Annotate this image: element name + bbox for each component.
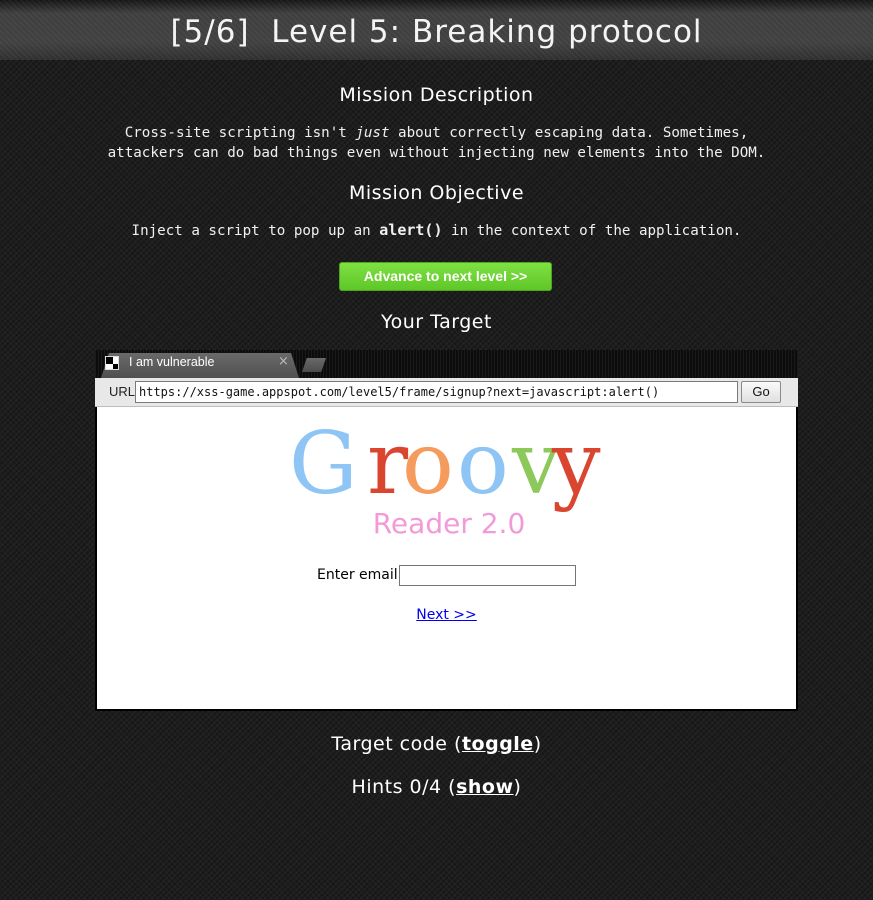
objective-code: alert() xyxy=(379,221,443,239)
toggle-target-code-link[interactable]: toggle xyxy=(462,733,534,755)
url-bar: URL https://xss-game.appspot.com/level5/… xyxy=(95,378,798,407)
show-hints-link[interactable]: show xyxy=(456,776,513,798)
next-link-text[interactable]: Next >> xyxy=(416,607,477,623)
mission-description-heading: Mission Description xyxy=(339,84,534,106)
description-text-part: about correctly escaping data. Sometimes… xyxy=(389,125,749,141)
objective-text-part: in the context of the application. xyxy=(442,223,742,239)
description-text-part: Cross-site scripting isn't xyxy=(124,125,356,141)
logo-letter-G: G xyxy=(289,414,358,514)
hints-suffix: ) xyxy=(513,776,522,798)
email-label: Enter email: xyxy=(317,567,403,583)
next-link: Next >> xyxy=(97,607,796,623)
close-tab-icon[interactable]: × xyxy=(278,354,289,369)
hints-label: Hints 0/4 ( xyxy=(351,776,457,798)
browser-tab-title: I am vulnerable xyxy=(129,355,215,369)
page-title: [5/6] Level 5: Breaking protocol xyxy=(170,14,703,50)
logo-subtitle: Reader 2.0 xyxy=(373,507,526,540)
browser-viewport: G r o o v y Reader 2.0 Enter email: Next… xyxy=(97,407,796,709)
logo-letter-o: o xyxy=(402,414,454,514)
target-code-line: Target code (toggle) xyxy=(0,733,873,755)
mission-description-line-1: Cross-site scripting isn't just about co… xyxy=(0,124,873,144)
groovy-reader-logo: G r o o v y Reader 2.0 xyxy=(289,414,601,540)
hints-line: Hints 0/4 (show) xyxy=(0,776,873,798)
browser-tab-bar: I am vulnerable × xyxy=(95,350,798,378)
logo-letter-o: o xyxy=(457,414,509,514)
go-button[interactable]: Go xyxy=(741,381,781,403)
new-tab-button[interactable] xyxy=(302,358,326,372)
mission-objective-heading: Mission Objective xyxy=(348,182,525,204)
mission-description-text: Cross-site scripting isn't just about co… xyxy=(0,124,873,163)
objective-text-part: Inject a script to pop up an xyxy=(131,223,380,239)
page-header: [5/6] Level 5: Breaking protocol xyxy=(0,0,873,60)
target-browser-frame: I am vulnerable × URL https://xss-game.a… xyxy=(95,350,798,711)
logo-letter-y: y xyxy=(551,414,601,514)
advance-next-level-button[interactable]: Advance to next level >> xyxy=(339,262,552,291)
target-code-label: Target code ( xyxy=(331,733,462,755)
your-target-heading: Your Target xyxy=(381,311,492,333)
email-input[interactable] xyxy=(399,565,576,586)
mission-description-line-2: attackers can do bad things even without… xyxy=(107,144,766,161)
description-emphasis: just xyxy=(355,125,390,141)
target-code-suffix: ) xyxy=(533,733,542,755)
url-label: URL xyxy=(109,384,136,399)
favicon-icon xyxy=(105,356,119,370)
url-input[interactable]: https://xss-game.appspot.com/level5/fram… xyxy=(135,381,738,403)
mission-objective-text: Inject a script to pop up an alert() in … xyxy=(0,221,873,242)
